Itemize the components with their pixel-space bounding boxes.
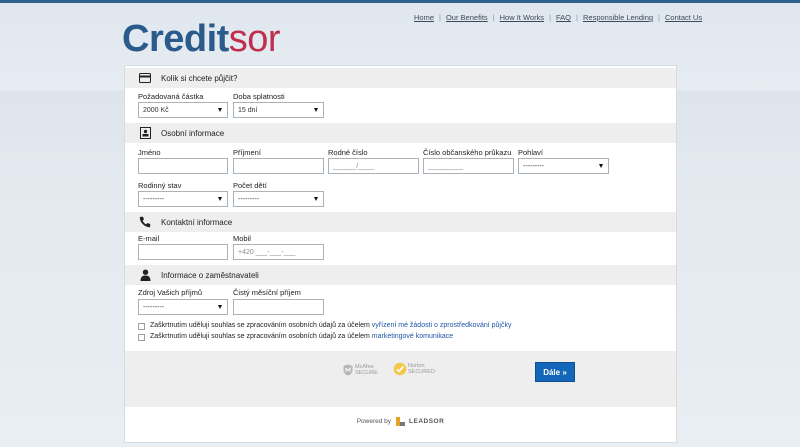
last-name-input[interactable] [233, 158, 324, 174]
chevron-down-icon [314, 197, 318, 201]
nav-responsible-lending[interactable]: Responsible Lending [583, 13, 653, 22]
marital-value: --------- [143, 195, 164, 203]
section-loan-title: Kolik si chcete půjčit? [161, 73, 238, 83]
logo-part-credit: Credit [122, 18, 229, 60]
person-icon [139, 269, 151, 281]
consent-marketing-text: Zaškrtnutím uděluji souhlas se zpracován… [150, 333, 453, 340]
section-employer-title: Informace o zaměstnavateli [161, 270, 259, 280]
leadsor-logo-icon [396, 417, 406, 426]
mcafee-secure: SECURE [355, 370, 378, 376]
email-label: E-mail [138, 234, 160, 243]
application-form: Kolik si chcete půjčit? Požadovaná částk… [124, 65, 677, 443]
id-card-label: Číslo občanského průkazu [423, 148, 512, 157]
income-source-label: Zdroj Vašich příjmů [138, 288, 203, 297]
section-contact-title: Kontaktní informace [161, 217, 233, 227]
powered-by-brand: LEADSOR [409, 418, 445, 425]
powered-by-label: Powered by [356, 418, 392, 425]
credit-card-icon [139, 72, 151, 84]
birth-number-placeholder: ______/____ [333, 162, 374, 170]
consent-processing-text: Zaškrtnutím uděluji souhlas se zpracován… [150, 322, 511, 329]
nav-faq[interactable]: FAQ [556, 13, 571, 22]
gender-value: --------- [523, 162, 544, 170]
amount-label: Požadovaná částka [138, 92, 204, 101]
mobile-field[interactable]: +420 ___-___-___ [233, 244, 324, 260]
chevron-down-icon [314, 108, 318, 112]
consent-processing-link[interactable]: vyřízení mé žádosti o zprostředkování pů… [372, 322, 512, 329]
consent-marketing-label: Zaškrtnutím uděluji souhlas se zpracován… [150, 333, 372, 340]
chevron-down-icon [218, 108, 222, 112]
footer-band [125, 351, 676, 407]
consent-processing-label: Zaškrtnutím uděluji souhlas se zpracován… [150, 322, 372, 329]
gender-select[interactable]: --------- [518, 158, 609, 174]
chevron-down-icon [599, 164, 603, 168]
term-select[interactable]: 15 dní [233, 102, 324, 118]
email-field[interactable] [138, 244, 228, 260]
amount-value: 2000 Kč [143, 106, 169, 114]
children-label: Počet dětí [233, 181, 267, 190]
norton-badge: Norton SECURED [393, 362, 435, 376]
creditsor-logo[interactable]: Creditsor [122, 17, 281, 61]
gender-label: Pohlaví [518, 148, 544, 157]
id-card-icon [139, 127, 151, 139]
income-source-select[interactable]: --------- [138, 299, 228, 315]
birth-number-label: Rodné číslo [328, 148, 368, 157]
net-income-input[interactable] [233, 299, 324, 315]
section-employer-header: Informace o zaměstnavateli [125, 265, 676, 285]
powered-by: Powered by LEADSOR [125, 417, 676, 426]
section-personal-title: Osobní informace [161, 128, 225, 138]
section-contact-header: Kontaktní informace [125, 212, 676, 232]
nav-our-benefits[interactable]: Our Benefits [446, 13, 488, 22]
consent-marketing-link[interactable]: marketingové komunikace [372, 333, 453, 340]
term-label: Doba splatnosti [233, 92, 285, 101]
top-nav: Home | Our Benefits | How It Works | FAQ | R… [414, 13, 703, 22]
checkmark-seal-icon [393, 362, 407, 376]
consent-marketing-checkbox[interactable] [138, 334, 145, 341]
marital-select[interactable]: --------- [138, 191, 228, 207]
section-personal-header: Osobní informace [125, 123, 676, 143]
last-name-label: Příjmení [233, 148, 261, 157]
top-accent-bar [0, 0, 800, 3]
nav-home[interactable]: Home [414, 13, 434, 22]
first-name-input[interactable] [138, 158, 228, 174]
nav-contact-us[interactable]: Contact Us [665, 13, 702, 22]
net-income-label: Čistý měsíční příjem [233, 288, 301, 297]
nav-how-it-works[interactable]: How It Works [500, 13, 544, 22]
consent-processing-checkbox[interactable] [138, 323, 145, 330]
income-source-value: --------- [143, 303, 164, 311]
children-value: --------- [238, 195, 259, 203]
norton-secured: SECURED [408, 369, 435, 375]
children-select[interactable]: --------- [233, 191, 324, 207]
logo-part-sor: sor [228, 18, 281, 60]
first-name-label: Jméno [138, 148, 161, 157]
section-loan-header: Kolik si chcete půjčit? [125, 68, 676, 88]
chevron-down-icon [218, 305, 222, 309]
chevron-down-icon [218, 197, 222, 201]
mcafee-badge: McAfee SECURE [343, 364, 378, 376]
mobile-placeholder: +420 ___-___-___ [238, 248, 296, 256]
id-card-placeholder: _________ [428, 162, 464, 170]
mobile-label: Mobil [233, 234, 251, 243]
amount-select[interactable]: 2000 Kč [138, 102, 228, 118]
birth-number-input[interactable]: ______/____ [328, 158, 419, 174]
marital-label: Rodinný stav [138, 181, 182, 190]
shield-icon [343, 364, 353, 376]
next-button[interactable]: Dále » [535, 362, 575, 382]
id-card-input[interactable]: _________ [423, 158, 514, 174]
term-value: 15 dní [238, 106, 258, 114]
phone-icon [139, 216, 151, 228]
